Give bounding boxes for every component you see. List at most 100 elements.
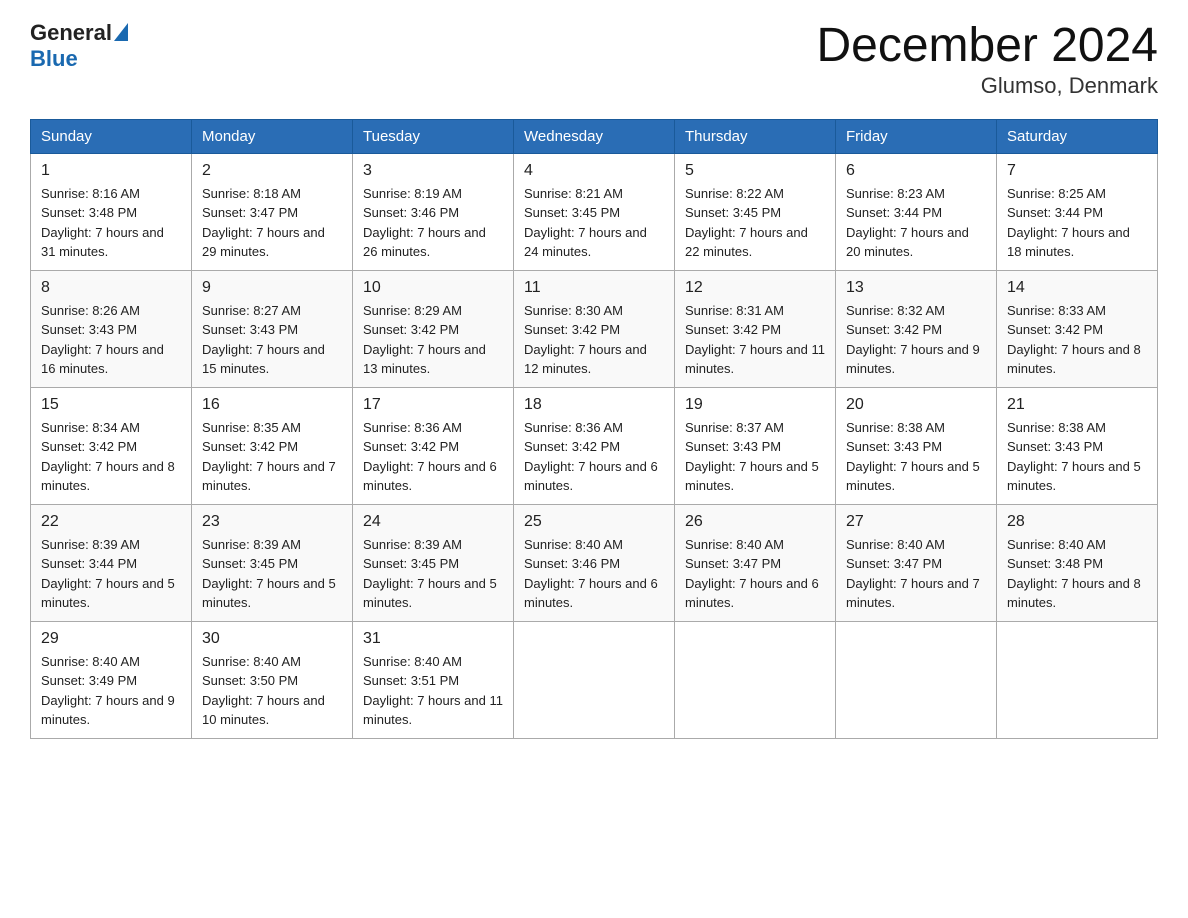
calendar-week-row: 29 Sunrise: 8:40 AM Sunset: 3:49 PM Dayl…	[31, 621, 1158, 738]
table-row: 17 Sunrise: 8:36 AM Sunset: 3:42 PM Dayl…	[353, 387, 514, 504]
col-wednesday: Wednesday	[514, 119, 675, 153]
day-number: 14	[1007, 279, 1147, 297]
day-number: 8	[41, 279, 181, 297]
day-number: 21	[1007, 396, 1147, 414]
table-row: 26 Sunrise: 8:40 AM Sunset: 3:47 PM Dayl…	[675, 504, 836, 621]
calendar-table: Sunday Monday Tuesday Wednesday Thursday…	[30, 119, 1158, 739]
day-info: Sunrise: 8:35 AM Sunset: 3:42 PM Dayligh…	[202, 418, 342, 496]
day-number: 17	[363, 396, 503, 414]
calendar-header-row: Sunday Monday Tuesday Wednesday Thursday…	[31, 119, 1158, 153]
day-info: Sunrise: 8:40 AM Sunset: 3:49 PM Dayligh…	[41, 652, 181, 730]
day-number: 25	[524, 513, 664, 531]
table-row: 1 Sunrise: 8:16 AM Sunset: 3:48 PM Dayli…	[31, 153, 192, 270]
day-number: 12	[685, 279, 825, 297]
day-info: Sunrise: 8:40 AM Sunset: 3:50 PM Dayligh…	[202, 652, 342, 730]
table-row	[675, 621, 836, 738]
table-row	[997, 621, 1158, 738]
table-row: 15 Sunrise: 8:34 AM Sunset: 3:42 PM Dayl…	[31, 387, 192, 504]
day-number: 23	[202, 513, 342, 531]
day-info: Sunrise: 8:37 AM Sunset: 3:43 PM Dayligh…	[685, 418, 825, 496]
day-info: Sunrise: 8:40 AM Sunset: 3:47 PM Dayligh…	[846, 535, 986, 613]
table-row: 28 Sunrise: 8:40 AM Sunset: 3:48 PM Dayl…	[997, 504, 1158, 621]
page-header: General Blue December 2024 Glumso, Denma…	[30, 20, 1158, 99]
day-info: Sunrise: 8:39 AM Sunset: 3:44 PM Dayligh…	[41, 535, 181, 613]
day-info: Sunrise: 8:40 AM Sunset: 3:46 PM Dayligh…	[524, 535, 664, 613]
day-info: Sunrise: 8:27 AM Sunset: 3:43 PM Dayligh…	[202, 301, 342, 379]
col-friday: Friday	[836, 119, 997, 153]
page-title: December 2024	[816, 20, 1158, 73]
logo-triangle-icon	[114, 23, 128, 41]
day-number: 3	[363, 162, 503, 180]
table-row: 31 Sunrise: 8:40 AM Sunset: 3:51 PM Dayl…	[353, 621, 514, 738]
day-number: 24	[363, 513, 503, 531]
table-row: 14 Sunrise: 8:33 AM Sunset: 3:42 PM Dayl…	[997, 270, 1158, 387]
day-info: Sunrise: 8:38 AM Sunset: 3:43 PM Dayligh…	[1007, 418, 1147, 496]
day-info: Sunrise: 8:32 AM Sunset: 3:42 PM Dayligh…	[846, 301, 986, 379]
day-number: 9	[202, 279, 342, 297]
day-number: 7	[1007, 162, 1147, 180]
day-info: Sunrise: 8:22 AM Sunset: 3:45 PM Dayligh…	[685, 184, 825, 262]
table-row: 4 Sunrise: 8:21 AM Sunset: 3:45 PM Dayli…	[514, 153, 675, 270]
day-info: Sunrise: 8:36 AM Sunset: 3:42 PM Dayligh…	[363, 418, 503, 496]
day-info: Sunrise: 8:34 AM Sunset: 3:42 PM Dayligh…	[41, 418, 181, 496]
day-info: Sunrise: 8:18 AM Sunset: 3:47 PM Dayligh…	[202, 184, 342, 262]
day-number: 28	[1007, 513, 1147, 531]
day-number: 4	[524, 162, 664, 180]
table-row: 6 Sunrise: 8:23 AM Sunset: 3:44 PM Dayli…	[836, 153, 997, 270]
day-number: 20	[846, 396, 986, 414]
title-block: December 2024 Glumso, Denmark	[816, 20, 1158, 99]
day-number: 2	[202, 162, 342, 180]
table-row: 20 Sunrise: 8:38 AM Sunset: 3:43 PM Dayl…	[836, 387, 997, 504]
table-row: 23 Sunrise: 8:39 AM Sunset: 3:45 PM Dayl…	[192, 504, 353, 621]
day-number: 29	[41, 630, 181, 648]
col-saturday: Saturday	[997, 119, 1158, 153]
table-row	[836, 621, 997, 738]
day-info: Sunrise: 8:25 AM Sunset: 3:44 PM Dayligh…	[1007, 184, 1147, 262]
calendar-week-row: 8 Sunrise: 8:26 AM Sunset: 3:43 PM Dayli…	[31, 270, 1158, 387]
day-info: Sunrise: 8:36 AM Sunset: 3:42 PM Dayligh…	[524, 418, 664, 496]
table-row: 21 Sunrise: 8:38 AM Sunset: 3:43 PM Dayl…	[997, 387, 1158, 504]
table-row: 22 Sunrise: 8:39 AM Sunset: 3:44 PM Dayl…	[31, 504, 192, 621]
day-info: Sunrise: 8:40 AM Sunset: 3:47 PM Dayligh…	[685, 535, 825, 613]
calendar-week-row: 22 Sunrise: 8:39 AM Sunset: 3:44 PM Dayl…	[31, 504, 1158, 621]
day-info: Sunrise: 8:31 AM Sunset: 3:42 PM Dayligh…	[685, 301, 825, 379]
table-row: 25 Sunrise: 8:40 AM Sunset: 3:46 PM Dayl…	[514, 504, 675, 621]
day-number: 30	[202, 630, 342, 648]
table-row: 24 Sunrise: 8:39 AM Sunset: 3:45 PM Dayl…	[353, 504, 514, 621]
day-number: 1	[41, 162, 181, 180]
day-number: 15	[41, 396, 181, 414]
day-info: Sunrise: 8:30 AM Sunset: 3:42 PM Dayligh…	[524, 301, 664, 379]
table-row: 3 Sunrise: 8:19 AM Sunset: 3:46 PM Dayli…	[353, 153, 514, 270]
calendar-week-row: 1 Sunrise: 8:16 AM Sunset: 3:48 PM Dayli…	[31, 153, 1158, 270]
table-row: 27 Sunrise: 8:40 AM Sunset: 3:47 PM Dayl…	[836, 504, 997, 621]
day-info: Sunrise: 8:38 AM Sunset: 3:43 PM Dayligh…	[846, 418, 986, 496]
table-row: 30 Sunrise: 8:40 AM Sunset: 3:50 PM Dayl…	[192, 621, 353, 738]
table-row: 8 Sunrise: 8:26 AM Sunset: 3:43 PM Dayli…	[31, 270, 192, 387]
day-info: Sunrise: 8:39 AM Sunset: 3:45 PM Dayligh…	[363, 535, 503, 613]
day-number: 31	[363, 630, 503, 648]
table-row: 5 Sunrise: 8:22 AM Sunset: 3:45 PM Dayli…	[675, 153, 836, 270]
table-row: 18 Sunrise: 8:36 AM Sunset: 3:42 PM Dayl…	[514, 387, 675, 504]
day-info: Sunrise: 8:19 AM Sunset: 3:46 PM Dayligh…	[363, 184, 503, 262]
table-row: 7 Sunrise: 8:25 AM Sunset: 3:44 PM Dayli…	[997, 153, 1158, 270]
day-number: 5	[685, 162, 825, 180]
day-info: Sunrise: 8:33 AM Sunset: 3:42 PM Dayligh…	[1007, 301, 1147, 379]
day-number: 11	[524, 279, 664, 297]
table-row: 16 Sunrise: 8:35 AM Sunset: 3:42 PM Dayl…	[192, 387, 353, 504]
day-number: 16	[202, 396, 342, 414]
day-number: 19	[685, 396, 825, 414]
day-info: Sunrise: 8:39 AM Sunset: 3:45 PM Dayligh…	[202, 535, 342, 613]
table-row: 10 Sunrise: 8:29 AM Sunset: 3:42 PM Dayl…	[353, 270, 514, 387]
day-info: Sunrise: 8:26 AM Sunset: 3:43 PM Dayligh…	[41, 301, 181, 379]
logo: General Blue	[30, 20, 128, 72]
day-info: Sunrise: 8:23 AM Sunset: 3:44 PM Dayligh…	[846, 184, 986, 262]
col-tuesday: Tuesday	[353, 119, 514, 153]
logo-general-text: General	[30, 20, 112, 46]
table-row	[514, 621, 675, 738]
day-info: Sunrise: 8:40 AM Sunset: 3:48 PM Dayligh…	[1007, 535, 1147, 613]
table-row: 12 Sunrise: 8:31 AM Sunset: 3:42 PM Dayl…	[675, 270, 836, 387]
day-number: 18	[524, 396, 664, 414]
day-info: Sunrise: 8:40 AM Sunset: 3:51 PM Dayligh…	[363, 652, 503, 730]
day-number: 13	[846, 279, 986, 297]
day-number: 22	[41, 513, 181, 531]
